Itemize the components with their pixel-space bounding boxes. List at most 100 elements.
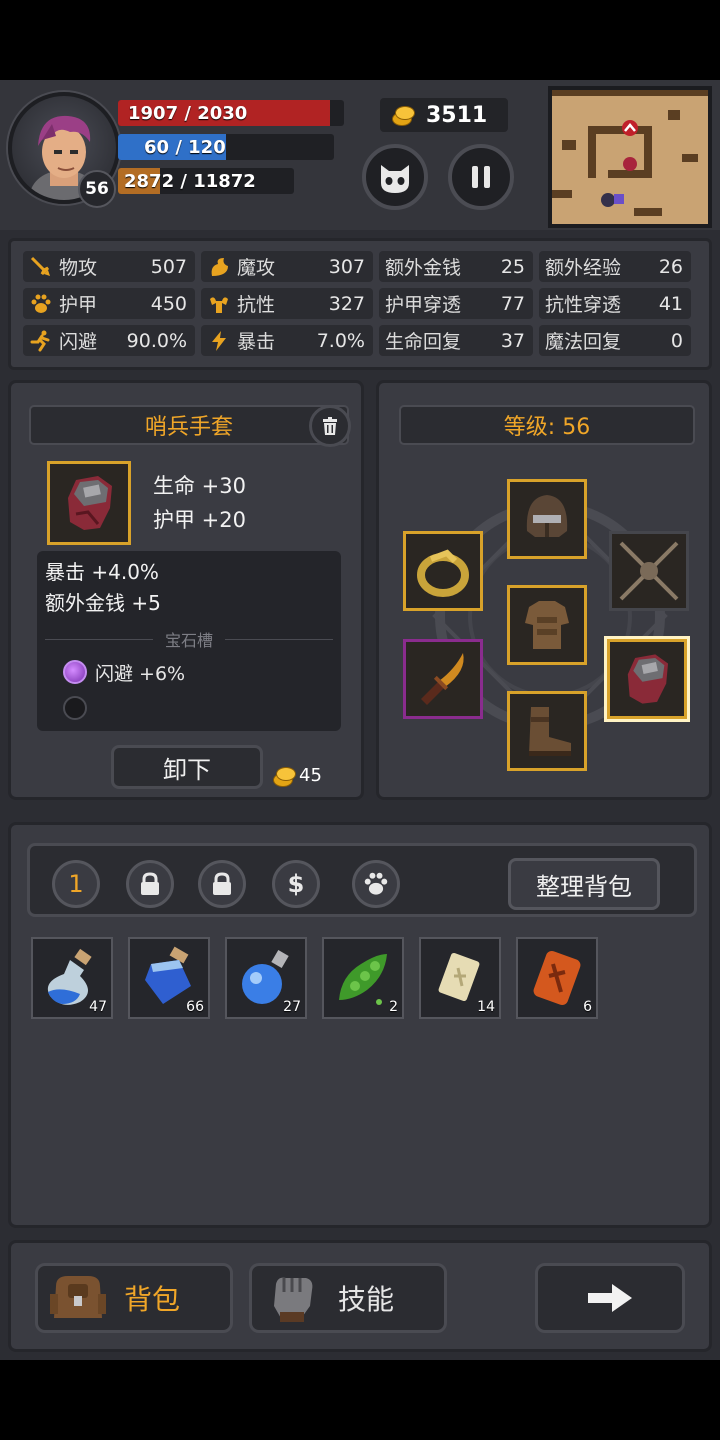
gem-slot-1-effect: 闪避 +6% [95,662,186,685]
bag-tab-1[interactable]: 1 [52,860,100,908]
sell-price: 45 [273,765,322,787]
inventory-slot[interactable]: 2 [322,937,404,1019]
glove-icon [68,476,112,530]
next-button[interactable] [535,1263,685,1333]
item-affix-box: 暴击 +4.0% 额外金钱 +5 宝石槽 闪避 +6% [37,551,341,731]
stat-armor: 护甲 450 [23,288,195,319]
pea-pod-icon [339,954,387,1005]
nav-bag-label: 背包 [124,1283,181,1316]
inventory-slot[interactable]: 47 [31,937,113,1019]
ring-icon [417,549,469,597]
stat-extra-exp: 额外经验 26 [539,251,691,282]
item-count: 47 [89,999,107,1015]
equip-slot-boots[interactable] [507,691,587,771]
gold-counter: 3511 [380,98,508,132]
item-detail-panel: 哨兵手套 生命 +30 护甲 +20 暴击 +4.0% 额外金钱 +5 宝石槽 … [8,380,364,800]
pause-icon [472,166,490,188]
character-level-label: 等级: 56 [503,415,591,440]
magic-icon [207,255,231,279]
stat-dodge: 闪避 90.0% [23,325,195,356]
pause-button[interactable] [448,144,514,210]
inventory-slot[interactable]: 66 [128,937,210,1019]
unequip-button[interactable]: 卸下 [111,745,263,789]
xp-text: 2872 / 11872 [124,170,256,192]
pet-face-icon [381,165,409,193]
helmet-icon [526,495,568,537]
nav-bag-button[interactable]: 背包 [35,1263,233,1333]
inventory-slot[interactable]: 27 [225,937,307,1019]
stat-grid: 物攻 507 魔攻 307 额外金钱 25 额外经验 26 护甲 450 抗性 … [23,251,697,356]
stat-armor-penetration: 护甲穿透 77 [379,288,533,319]
empty-gem-socket-icon [63,696,87,720]
fist-icon [262,1270,322,1326]
equip-slot-locked[interactable] [609,531,689,611]
hp-text: 1907 / 2030 [128,102,248,124]
boots-icon [529,707,571,756]
item-count: 66 [186,999,204,1015]
arrow-right-icon [588,1284,632,1312]
bag-tab-locked-1[interactable] [126,860,174,908]
lightning-icon [207,329,231,353]
item-base-stats: 生命 +30 护甲 +20 [153,469,246,537]
selected-item-icon [47,461,131,545]
item-count: 14 [477,999,495,1015]
nav-skill-label: 技能 [338,1283,395,1316]
equip-slot-ring[interactable] [403,531,483,611]
trash-icon [323,417,337,435]
gem-slot-title: 宝石槽 [165,631,214,650]
running-icon [29,329,53,353]
bag-tab-money[interactable]: $ [272,860,320,908]
gem-slot-2[interactable] [45,693,333,723]
item-count: 6 [583,999,592,1015]
inventory-grid: 47 66 27 2 14 6 [31,937,598,1019]
paw-icon [364,872,388,895]
lock-icon [141,872,159,895]
xp-bar: 2872 / 11872 [118,168,294,194]
pet-button[interactable] [362,144,428,210]
equip-slot-weapon[interactable] [403,639,483,719]
mp-bar: 60 / 120 [118,134,334,160]
discard-button[interactable] [309,405,351,447]
sword-icon [29,255,53,279]
sell-price-value: 45 [299,765,322,786]
purple-gem-icon [63,660,87,684]
gold-coin-icon [273,766,296,787]
equip-slot-armor[interactable] [507,585,587,665]
nav-skill-button[interactable]: 技能 [249,1263,447,1333]
item-affix: 暴击 +4.0% [45,560,159,584]
fire-rune-icon [533,950,581,1006]
bag-tab-locked-2[interactable] [198,860,246,908]
inventory-slot[interactable]: 6 [516,937,598,1019]
hero-level-badge: 56 [78,170,116,208]
sort-bag-button[interactable]: 整理背包 [508,858,660,910]
item-count: 27 [283,999,301,1015]
stats-panel: 物攻 507 魔攻 307 额外金钱 25 额外经验 26 护甲 450 抗性 … [8,238,712,370]
equip-slot-gloves[interactable] [607,639,687,719]
gem-slot-1[interactable]: 闪避 +6% [45,657,333,687]
mp-text: 60 / 120 [144,136,226,158]
dagger-icon [421,653,464,705]
minimap-rooms-icon [552,90,708,216]
bag-tab-pet[interactable] [352,860,400,908]
paw-icon [29,292,53,316]
gem-slot-header: 宝石槽 [45,627,334,651]
chained-lock-icon [619,541,679,601]
muscle-icon [207,292,231,316]
item-title-bar: 哨兵手套 [29,405,351,447]
minimap[interactable] [548,86,712,228]
chest-armor-icon [525,601,569,649]
lock-icon [213,872,231,895]
gold-coin-icon [392,106,415,126]
item-base-stat: 护甲 +20 [153,508,246,532]
item-name: 哨兵手套 [144,415,233,440]
glove-icon [627,654,669,704]
inventory-slot[interactable]: 14 [419,937,501,1019]
game-screen: 56 1907 / 2030 60 / 120 2872 / 11872 351… [0,80,720,1360]
item-count: 2 [389,999,398,1015]
hp-bar: 1907 / 2030 [118,100,344,126]
stat-extra-gold: 额外金钱 25 [379,251,533,282]
inventory-panel: 1 $ 整理背包 47 66 27 2 14 6 [8,822,712,1228]
equip-slot-helmet[interactable] [507,479,587,559]
divider [225,638,334,640]
inventory-tab-bar: 1 $ 整理背包 [27,843,697,917]
